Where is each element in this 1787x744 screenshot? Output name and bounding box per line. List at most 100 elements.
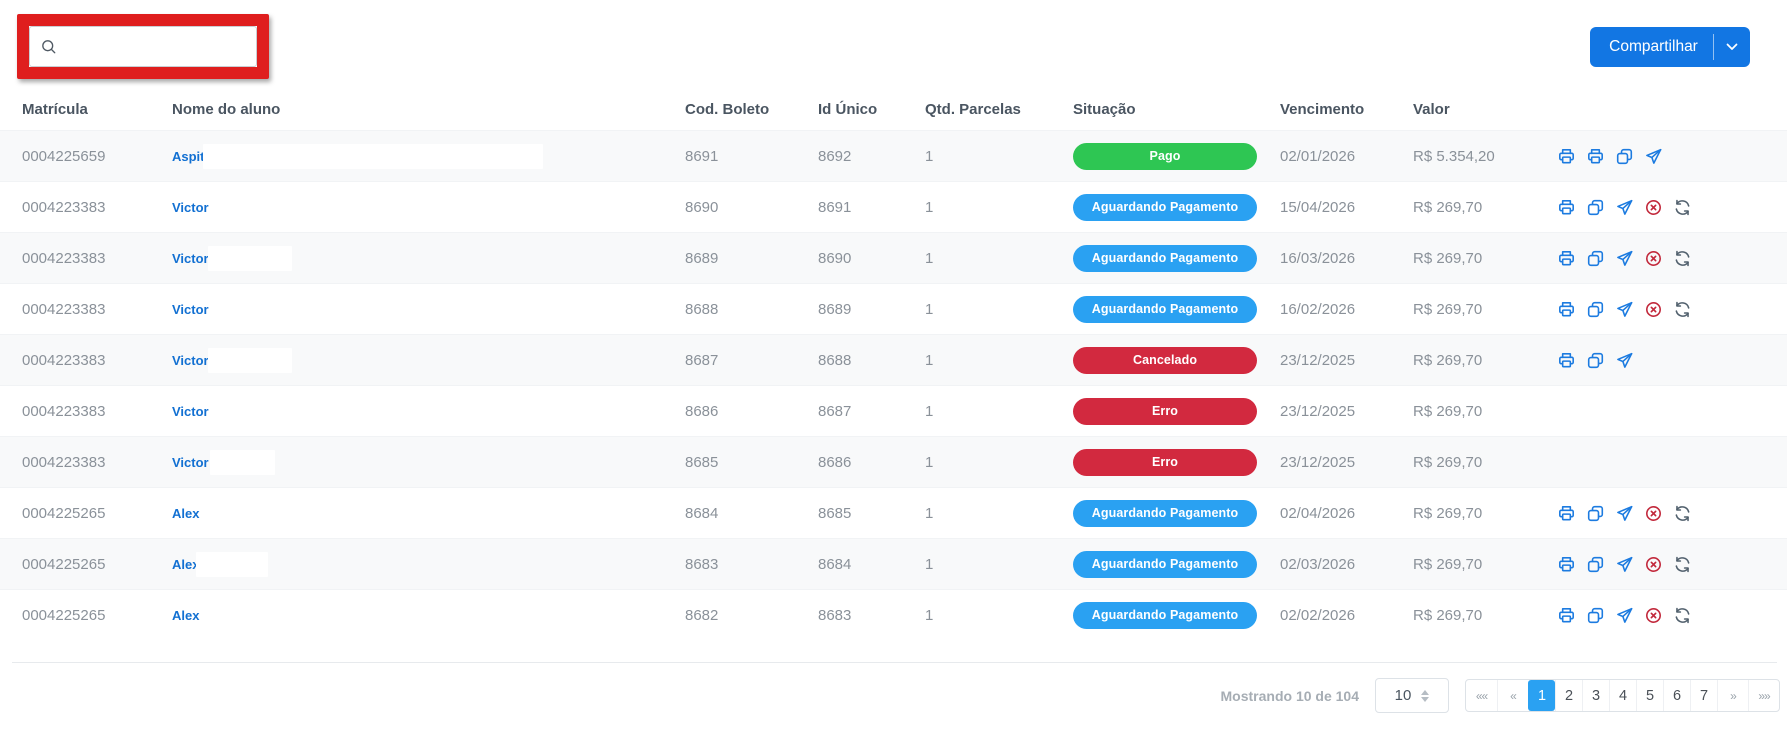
cell-cod-boleto: 8687: [685, 352, 818, 369]
page-1-button[interactable]: 1: [1528, 680, 1555, 711]
student-link[interactable]: Victor: [172, 404, 209, 419]
cell-qtd-parcelas: 1: [925, 250, 1073, 267]
cell-vencimento: 15/04/2026: [1280, 199, 1413, 216]
boletos-table: MatrículaNome do alunoCod. BoletoId Únic…: [0, 88, 1787, 663]
send-icon[interactable]: [1616, 556, 1633, 573]
refresh-icon[interactable]: [1674, 505, 1691, 522]
actions-cell: [1558, 199, 1787, 216]
student-link[interactable]: Victor: [172, 251, 209, 266]
page-3-button[interactable]: 3: [1582, 680, 1609, 711]
copy-icon[interactable]: [1587, 352, 1604, 369]
refresh-icon[interactable]: [1674, 301, 1691, 318]
copy-icon[interactable]: [1587, 505, 1604, 522]
page-4-button[interactable]: 4: [1609, 680, 1636, 711]
cell-valor: R$ 269,70: [1413, 556, 1558, 573]
send-icon[interactable]: [1616, 301, 1633, 318]
refresh-icon[interactable]: [1674, 607, 1691, 624]
page-size-select[interactable]: 10: [1375, 678, 1449, 713]
print-icon[interactable]: [1558, 301, 1575, 318]
column-header-nome-do-aluno: Nome do aluno: [172, 101, 685, 118]
cell-qtd-parcelas: 1: [925, 607, 1073, 624]
refresh-icon[interactable]: [1674, 250, 1691, 267]
refresh-icon[interactable]: [1674, 556, 1691, 573]
cell-cod-boleto: 8686: [685, 403, 818, 420]
cell-matricula: 0004225265: [22, 607, 172, 624]
redaction-mask: [208, 348, 292, 373]
send-icon[interactable]: [1616, 505, 1633, 522]
cell-valor: R$ 269,70: [1413, 301, 1558, 318]
table-row: 0004225265 Alex 8682 8683 1 Aguardando P…: [0, 589, 1787, 640]
cell-matricula: 0004223383: [22, 454, 172, 471]
cell-vencimento: 02/04/2026: [1280, 505, 1413, 522]
cell-cod-boleto: 8688: [685, 301, 818, 318]
column-header-id-unico: Id Único: [818, 101, 925, 118]
page-6-button[interactable]: 6: [1663, 680, 1690, 711]
send-icon[interactable]: [1616, 250, 1633, 267]
copy-icon[interactable]: [1587, 607, 1604, 624]
prev-page-button[interactable]: «: [1497, 680, 1528, 711]
student-link[interactable]: Alex: [172, 506, 199, 521]
cell-qtd-parcelas: 1: [925, 454, 1073, 471]
cancel-icon[interactable]: [1645, 199, 1662, 216]
page-7-button[interactable]: 7: [1690, 680, 1717, 711]
search-box[interactable]: [29, 26, 257, 67]
print-icon[interactable]: [1558, 148, 1575, 165]
cell-id-unico: 8685: [818, 505, 925, 522]
print-icon[interactable]: [1587, 148, 1604, 165]
copy-icon[interactable]: [1587, 199, 1604, 216]
table-header: MatrículaNome do alunoCod. BoletoId Únic…: [0, 88, 1787, 130]
refresh-icon[interactable]: [1674, 199, 1691, 216]
print-icon[interactable]: [1558, 199, 1575, 216]
column-header-matricula: Matrícula: [22, 101, 172, 118]
status-badge: Pago: [1073, 143, 1257, 170]
student-link[interactable]: Victor: [172, 302, 209, 317]
cancel-icon[interactable]: [1645, 301, 1662, 318]
cell-cod-boleto: 8691: [685, 148, 818, 165]
student-link[interactable]: Victor: [172, 455, 209, 470]
print-icon[interactable]: [1558, 556, 1575, 573]
copy-icon[interactable]: [1587, 250, 1604, 267]
cancel-icon[interactable]: [1645, 556, 1662, 573]
cell-cod-boleto: 8690: [685, 199, 818, 216]
student-link[interactable]: Victor: [172, 353, 209, 368]
send-icon[interactable]: [1616, 352, 1633, 369]
actions-cell: [1558, 505, 1787, 522]
spinner-arrows[interactable]: [1421, 690, 1429, 702]
print-icon[interactable]: [1558, 250, 1575, 267]
status-badge: Aguardando Pagamento: [1073, 602, 1257, 629]
column-header-cod-boleto: Cod. Boleto: [685, 101, 818, 118]
cell-cod-boleto: 8689: [685, 250, 818, 267]
send-icon[interactable]: [1616, 607, 1633, 624]
cancel-icon[interactable]: [1645, 505, 1662, 522]
table-row: 0004225265 Alex 8683 8684 1 Aguardando P…: [0, 538, 1787, 589]
copy-icon[interactable]: [1587, 301, 1604, 318]
cell-valor: R$ 269,70: [1413, 505, 1558, 522]
cell-id-unico: 8689: [818, 301, 925, 318]
table-row: 0004223383 Victor 8687 8688 1 Cancelado …: [0, 334, 1787, 385]
print-icon[interactable]: [1558, 352, 1575, 369]
cell-situacao: Erro: [1073, 398, 1280, 425]
table-row: 0004223383 Victor 8690 8691 1 Aguardando…: [0, 181, 1787, 232]
first-page-button[interactable]: ««: [1466, 680, 1497, 711]
table-row: 0004223383 Victor 8685 8686 1 Erro 23/12…: [0, 436, 1787, 487]
page-5-button[interactable]: 5: [1636, 680, 1663, 711]
page-2-button[interactable]: 2: [1555, 680, 1582, 711]
cancel-icon[interactable]: [1645, 607, 1662, 624]
student-link[interactable]: Victor: [172, 200, 209, 215]
send-icon[interactable]: [1616, 199, 1633, 216]
student-link[interactable]: Aspit: [172, 149, 205, 164]
cell-matricula: 0004225659: [22, 148, 172, 165]
print-icon[interactable]: [1558, 505, 1575, 522]
print-icon[interactable]: [1558, 607, 1575, 624]
share-split-button[interactable]: Compartilhar: [1590, 27, 1750, 67]
student-link[interactable]: Alex: [172, 608, 199, 623]
copy-icon[interactable]: [1587, 556, 1604, 573]
send-icon[interactable]: [1645, 148, 1662, 165]
share-button[interactable]: Compartilhar: [1590, 38, 1713, 56]
copy-icon[interactable]: [1616, 148, 1633, 165]
share-dropdown-toggle[interactable]: [1714, 43, 1750, 52]
last-page-button[interactable]: »»: [1748, 680, 1779, 711]
search-input[interactable]: [65, 37, 246, 56]
next-page-button[interactable]: »: [1717, 680, 1748, 711]
cancel-icon[interactable]: [1645, 250, 1662, 267]
